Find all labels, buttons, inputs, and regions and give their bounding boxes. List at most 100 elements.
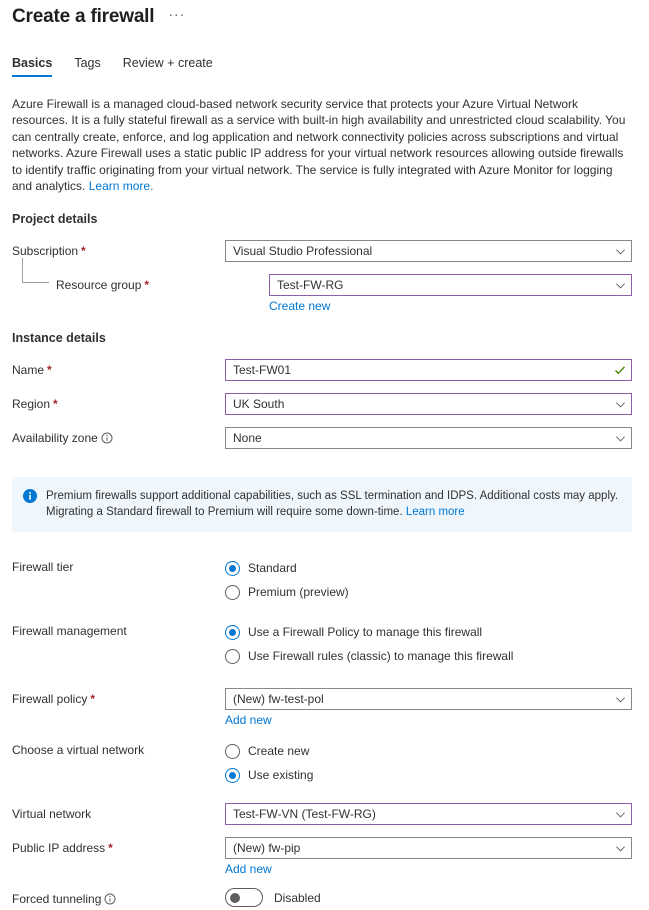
radio-label: Standard <box>248 561 297 576</box>
radio-icon <box>225 743 240 759</box>
premium-info-banner: Premium firewalls support additional cap… <box>12 477 632 533</box>
chevron-down-icon <box>615 246 626 257</box>
chevron-down-icon <box>615 399 626 410</box>
choose-virtual-network-options: Create new Use existing <box>225 739 649 787</box>
firewall-tier-options: Standard Premium (preview) <box>225 556 649 604</box>
resource-group-row: Resource group * Test-FW-RG Create new <box>12 258 649 313</box>
chevron-down-icon <box>615 694 626 705</box>
firewall-management-label-text: Firewall management <box>12 624 127 639</box>
radio-label: Create new <box>248 744 310 759</box>
availability-zone-field-col: None <box>225 427 649 450</box>
firewall-policy-select[interactable]: (New) fw-test-pol <box>225 688 632 711</box>
public-ip-address-value: (New) fw-pip <box>233 841 301 856</box>
radio-icon <box>225 624 240 640</box>
forced-tunneling-label-text: Forced tunneling <box>12 892 102 907</box>
forced-tunneling-row: Forced tunneling Disabled <box>12 888 649 910</box>
radio-firewall-tier-standard[interactable]: Standard <box>225 556 632 580</box>
resource-group-select[interactable]: Test-FW-RG <box>269 274 632 297</box>
toggle-knob <box>230 892 240 903</box>
name-value: Test-FW01 <box>233 363 292 378</box>
chevron-down-icon <box>615 433 626 444</box>
availability-zone-label: Availability zone <box>12 427 225 445</box>
required-marker: * <box>47 363 52 378</box>
public-ip-address-row: Public IP address * (New) fw-pip Add new <box>12 837 649 876</box>
chevron-down-icon <box>615 809 626 820</box>
region-label-text: Region <box>12 397 51 412</box>
choose-virtual-network-row: Choose a virtual network Create new Use … <box>12 739 649 787</box>
availability-zone-value: None <box>233 431 262 446</box>
radio-icon <box>225 560 240 576</box>
banner-learn-more-link[interactable]: Learn more <box>406 506 465 518</box>
description-paragraph: Azure Firewall is a managed cloud-based … <box>12 96 635 194</box>
info-icon[interactable] <box>101 432 113 444</box>
required-marker: * <box>108 841 113 856</box>
virtual-network-value: Test-FW-VN (Test-FW-RG) <box>233 807 376 822</box>
name-row: Name * Test-FW01 <box>12 359 649 382</box>
choose-virtual-network-label: Choose a virtual network <box>12 739 225 757</box>
add-new-firewall-policy-link[interactable]: Add new <box>225 713 632 727</box>
subscription-field-col: Visual Studio Professional <box>225 240 649 263</box>
add-new-public-ip-link[interactable]: Add new <box>225 862 632 876</box>
virtual-network-label: Virtual network <box>12 803 225 821</box>
tab-review-create[interactable]: Review + create <box>123 56 213 77</box>
public-ip-address-label-text: Public IP address <box>12 841 106 856</box>
required-marker: * <box>81 244 86 259</box>
project-details-heading: Project details <box>12 212 98 227</box>
radio-use-firewall-policy[interactable]: Use a Firewall Policy to manage this fir… <box>225 620 632 644</box>
firewall-tier-label: Firewall tier <box>12 556 225 574</box>
radio-icon <box>225 648 240 664</box>
instance-details-heading: Instance details <box>12 331 106 346</box>
forced-tunneling-label: Forced tunneling <box>12 888 225 906</box>
page-header: Create a firewall ··· <box>0 0 649 28</box>
radio-label: Use existing <box>248 768 314 783</box>
info-icon[interactable] <box>104 893 116 905</box>
more-options-icon[interactable]: ··· <box>168 7 185 25</box>
resource-group-label-text: Resource group <box>56 278 142 293</box>
radio-vnet-use-existing[interactable]: Use existing <box>225 763 632 787</box>
radio-vnet-create-new[interactable]: Create new <box>225 739 632 763</box>
public-ip-address-label: Public IP address * <box>12 837 225 855</box>
name-input[interactable]: Test-FW01 <box>225 359 632 382</box>
create-new-resource-group-link[interactable]: Create new <box>269 299 632 313</box>
resource-group-field-col: Test-FW-RG Create new <box>269 274 649 313</box>
firewall-tier-row: Firewall tier Standard Premium (preview) <box>12 556 649 604</box>
resource-group-value: Test-FW-RG <box>277 278 344 293</box>
banner-message: Premium firewalls support additional cap… <box>46 490 619 519</box>
availability-zone-select[interactable]: None <box>225 427 632 450</box>
subscription-select[interactable]: Visual Studio Professional <box>225 240 632 263</box>
tab-basics[interactable]: Basics <box>12 56 53 77</box>
info-circle-icon <box>23 489 37 504</box>
radio-icon <box>225 767 240 783</box>
firewall-management-label: Firewall management <box>12 620 225 638</box>
availability-zone-row: Availability zone None <box>12 427 649 450</box>
virtual-network-row: Virtual network Test-FW-VN (Test-FW-RG) <box>12 803 649 826</box>
radio-label: Use a Firewall Policy to manage this fir… <box>248 625 483 640</box>
firewall-tier-label-text: Firewall tier <box>12 560 74 575</box>
region-field-col: UK South <box>225 393 649 416</box>
firewall-policy-label: Firewall policy * <box>12 688 225 706</box>
tab-tags[interactable]: Tags <box>74 56 100 77</box>
subscription-label-text: Subscription <box>12 244 79 259</box>
virtual-network-field-col: Test-FW-VN (Test-FW-RG) <box>225 803 649 826</box>
name-field-col: Test-FW01 <box>225 359 649 382</box>
region-value: UK South <box>233 397 285 412</box>
resource-group-label: Resource group * <box>12 258 269 293</box>
chevron-down-icon <box>615 280 626 291</box>
subscription-row: Subscription * Visual Studio Professiona… <box>12 240 649 263</box>
checkmark-icon <box>614 364 626 376</box>
region-label: Region * <box>12 393 225 411</box>
learn-more-link[interactable]: Learn more. <box>89 179 154 193</box>
region-select[interactable]: UK South <box>225 393 632 416</box>
forced-tunneling-toggle[interactable] <box>225 888 263 908</box>
tree-connector-line <box>22 258 49 284</box>
forced-tunneling-state: Disabled <box>274 890 321 905</box>
virtual-network-select[interactable]: Test-FW-VN (Test-FW-RG) <box>225 803 632 826</box>
subscription-label: Subscription * <box>12 240 225 258</box>
page-title: Create a firewall <box>12 6 155 27</box>
radio-firewall-tier-premium[interactable]: Premium (preview) <box>225 580 632 604</box>
firewall-management-row: Firewall management Use a Firewall Polic… <box>12 620 649 668</box>
public-ip-address-select[interactable]: (New) fw-pip <box>225 837 632 860</box>
forced-tunneling-field-col: Disabled <box>225 888 649 908</box>
required-marker: * <box>144 278 150 293</box>
radio-use-firewall-rules-classic[interactable]: Use Firewall rules (classic) to manage t… <box>225 644 632 668</box>
